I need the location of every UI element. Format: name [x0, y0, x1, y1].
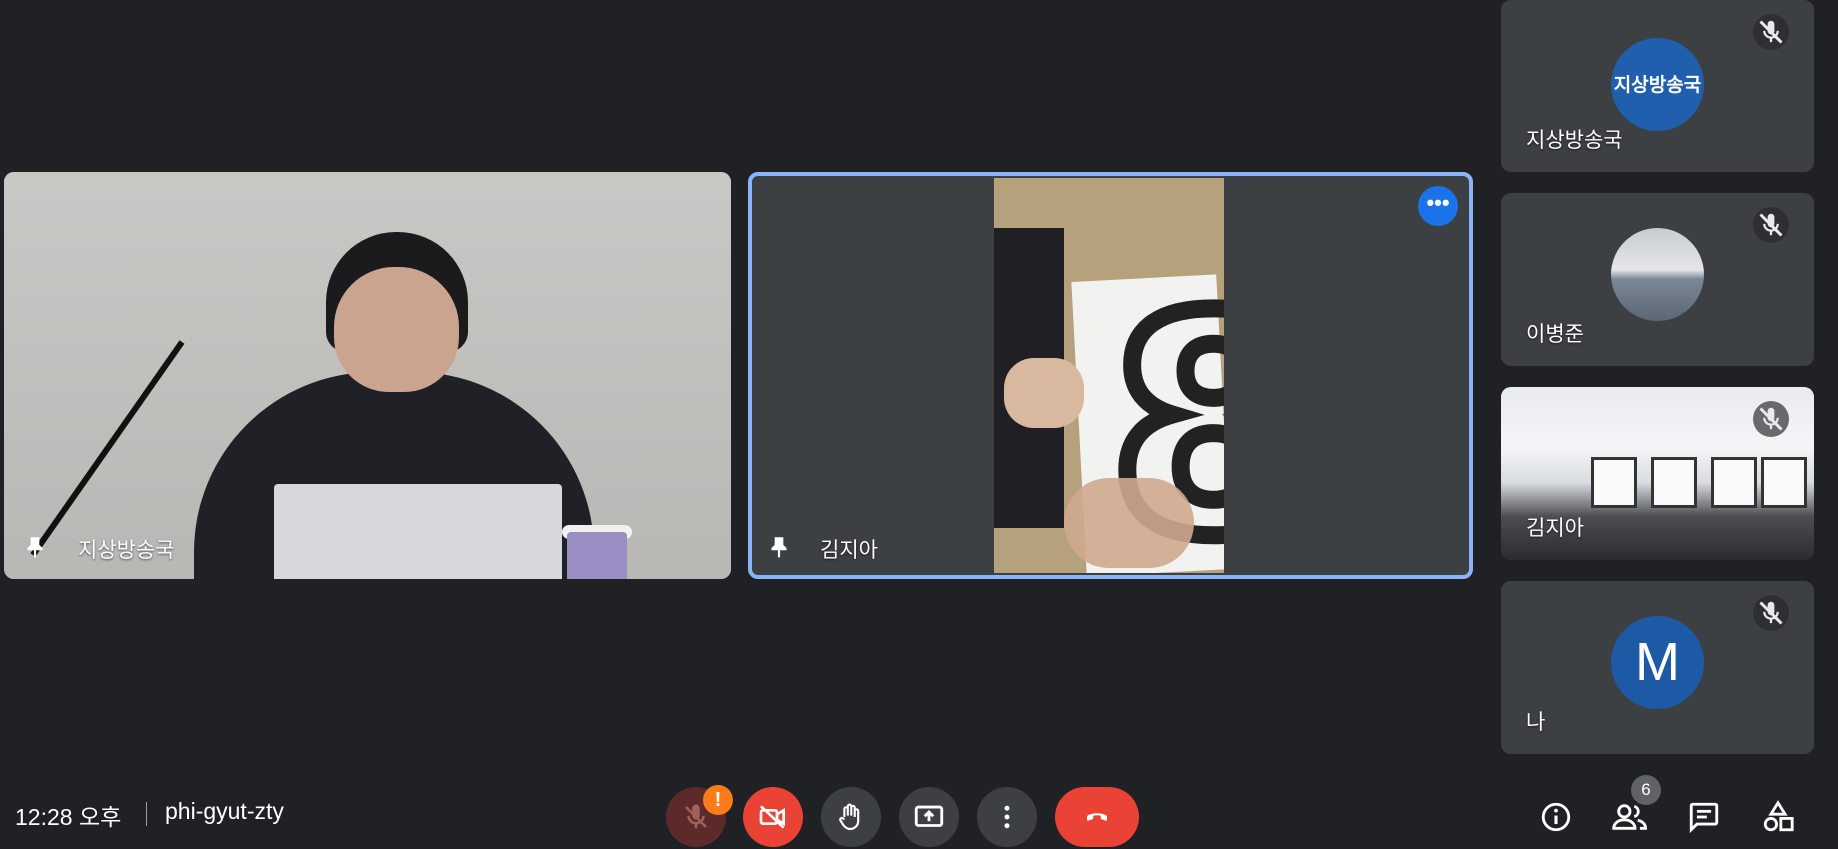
- present-screen-icon: [914, 805, 944, 827]
- participant-name: 나: [1526, 711, 1546, 734]
- mic-off-icon: [1753, 595, 1789, 631]
- classroom-board: [1651, 457, 1697, 508]
- classroom-board: [1591, 457, 1637, 508]
- people-icon: [1612, 804, 1648, 830]
- divider: [146, 802, 147, 826]
- present-screen-button[interactable]: [899, 787, 959, 847]
- side-tile-4[interactable]: M 나: [1501, 581, 1814, 754]
- avatar: M: [1611, 616, 1704, 709]
- classroom-board: [1711, 457, 1757, 508]
- avatar: [1611, 228, 1704, 321]
- meeting-code: phi-gyut-zty: [165, 798, 284, 824]
- participant-name: 이병준: [1526, 323, 1584, 346]
- meeting-details-button[interactable]: [1535, 796, 1577, 838]
- more-options-icon[interactable]: •••: [1418, 186, 1458, 226]
- side-tile-3[interactable]: 김지아: [1501, 387, 1814, 560]
- participant-name: 김지아: [1526, 517, 1584, 540]
- side-tile-1[interactable]: 지상방송국 지상방송국: [1501, 0, 1814, 172]
- mic-off-icon: [1753, 401, 1789, 437]
- cup: [567, 532, 627, 579]
- info-icon: [1541, 802, 1571, 832]
- camera-off-icon: [759, 805, 785, 829]
- end-call-button[interactable]: [1055, 787, 1139, 847]
- chat-button[interactable]: [1683, 796, 1725, 838]
- mic-off-icon: [1753, 207, 1789, 243]
- participant-name: 김지아: [820, 539, 878, 562]
- more-vert-icon: [1004, 805, 1010, 829]
- participant-tile-main[interactable]: 지상방송국: [4, 172, 731, 579]
- shared-video: 8: [994, 178, 1224, 573]
- speaker-face: [334, 267, 459, 392]
- drawing-hand-2: [1064, 478, 1194, 568]
- meeting-time: 12:28 오후: [15, 804, 122, 830]
- mic-off-icon: [1753, 14, 1789, 50]
- raise-hand-button[interactable]: [821, 787, 881, 847]
- side-tile-2[interactable]: 이병준: [1501, 193, 1814, 366]
- mic-warning-badge[interactable]: !: [703, 785, 733, 815]
- chat-icon: [1689, 802, 1719, 834]
- classroom-board: [1761, 457, 1807, 508]
- drawing-hand: [1004, 358, 1084, 428]
- end-call-icon: [1087, 813, 1107, 821]
- participant-name: 지상방송국: [78, 539, 175, 562]
- activities-button[interactable]: [1757, 796, 1799, 838]
- raise-hand-icon: [839, 803, 860, 831]
- avatar-logo-text: 지상방송국: [1613, 75, 1702, 96]
- participant-tile-active[interactable]: 8 김지아 •••: [748, 172, 1473, 579]
- camera-toggle-button[interactable]: [743, 787, 803, 847]
- participants-count-badge: 6: [1631, 775, 1661, 805]
- participant-name: 지상방송국: [1526, 129, 1623, 152]
- pin-icon[interactable]: [22, 532, 48, 562]
- pin-icon[interactable]: [766, 532, 792, 562]
- laptop: [274, 484, 562, 579]
- activities-icon: [1763, 800, 1794, 832]
- avatar: 지상방송국: [1611, 38, 1704, 131]
- more-options-button[interactable]: [977, 787, 1037, 847]
